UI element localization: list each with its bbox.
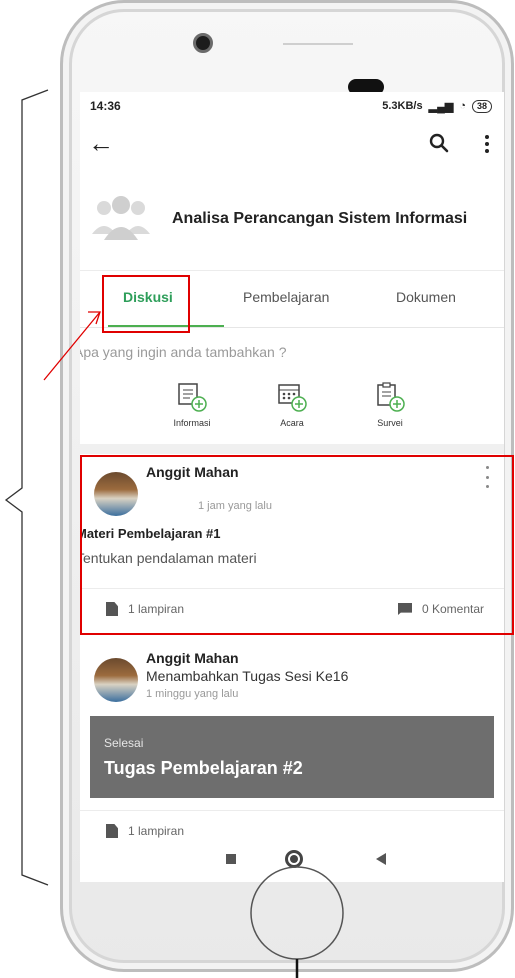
status-time: 14:36: [90, 99, 121, 113]
task-card[interactable]: Selesai Tugas Pembelajaran #2: [90, 716, 494, 798]
compose-prompt[interactable]: Apa yang ingin anda tambahkan ?: [80, 344, 287, 360]
post-author[interactable]: Anggit Mahan: [146, 464, 239, 480]
network-speed: 5.3KB/s: [382, 100, 423, 112]
action-acara-label: Acara: [280, 418, 304, 428]
tab-dokumen[interactable]: Dokumen: [396, 289, 456, 305]
action-informasi-label: Informasi: [173, 418, 211, 428]
post-author[interactable]: Anggit Mahan: [146, 650, 239, 666]
post-more-icon[interactable]: [484, 466, 490, 488]
informasi-add-icon: [178, 383, 207, 412]
post-activity: Menambahkan Tugas Sesi Ke16: [146, 668, 349, 684]
attachment-count: 1 lampiran: [128, 602, 185, 616]
post-card[interactable]: Anggit Mahan 1 jam yang lalu Materi Pemb…: [80, 454, 504, 640]
back-arrow-icon[interactable]: ←: [88, 128, 114, 158]
more-options-icon[interactable]: [480, 132, 494, 156]
home-button[interactable]: [285, 850, 303, 868]
task-status: Selesai: [104, 736, 144, 750]
post-time: 1 minggu yang lalu: [146, 688, 239, 700]
wifi-icon: ◔: [459, 100, 466, 112]
tab-pembelajaran[interactable]: Pembelajaran: [243, 289, 329, 305]
avatar[interactable]: [94, 472, 138, 516]
post-body: Tentukan pendalaman materi: [80, 550, 257, 566]
section-divider: [80, 444, 504, 454]
speaker-grille: [283, 43, 353, 45]
action-survei-label: Survei: [377, 418, 403, 428]
recents-button[interactable]: [226, 854, 236, 864]
survey-add-icon: [377, 382, 405, 412]
app-bar: ←: [80, 126, 504, 166]
post-title: Materi Pembelajaran #1: [80, 526, 221, 541]
document-icon: [106, 602, 118, 616]
group-title: Analisa Perancangan Sistem Informasi: [172, 210, 468, 227]
action-survei[interactable]: Survei: [358, 382, 422, 428]
tab-divider: [80, 327, 504, 328]
battery-icon: 38: [471, 99, 492, 113]
camera-icon: [193, 33, 213, 53]
back-button[interactable]: [376, 853, 386, 865]
attachment-count: 1 lampiran: [128, 824, 185, 838]
search-icon[interactable]: [428, 132, 450, 154]
status-indicators: 5.3KB/s ▂▄▆ ◔ 38: [382, 99, 492, 113]
group-people-icon: [92, 196, 150, 240]
compose-actions: Informasi Acara Survei: [80, 382, 504, 442]
task-title: Tugas Pembelajaran #2: [104, 758, 303, 778]
system-nav-bar: [80, 846, 504, 878]
status-bar: 14:36 5.3KB/s ▂▄▆ ◔ 38: [80, 92, 504, 120]
comment-link[interactable]: 0 Komentar: [398, 602, 484, 616]
tab-bar: Diskusi Pembelajaran Dokumen: [80, 270, 504, 328]
avatar[interactable]: [94, 658, 138, 702]
action-informasi[interactable]: Informasi: [160, 382, 224, 428]
comment-count: 0 Komentar: [422, 602, 485, 616]
post-footer-divider: [80, 810, 504, 811]
post-time: 1 jam yang lalu: [198, 500, 272, 512]
action-acara[interactable]: Acara: [260, 382, 324, 428]
app-screen: 14:36 5.3KB/s ▂▄▆ ◔ 38 ← Analisa Peranca…: [80, 92, 504, 882]
signal-icon: ▂▄▆: [428, 100, 454, 113]
attachment-link[interactable]: 1 lampiran: [106, 824, 184, 838]
attachment-link[interactable]: 1 lampiran: [106, 602, 184, 616]
post-card[interactable]: Anggit Mahan Menambahkan Tugas Sesi Ke16…: [80, 644, 504, 874]
post-footer-divider: [80, 588, 504, 589]
group-header: Analisa Perancangan Sistem Informasi: [80, 192, 504, 248]
document-icon: [106, 824, 118, 838]
comment-icon: [398, 603, 412, 615]
tab-diskusi[interactable]: Diskusi: [123, 289, 173, 305]
calendar-add-icon: [278, 384, 307, 412]
